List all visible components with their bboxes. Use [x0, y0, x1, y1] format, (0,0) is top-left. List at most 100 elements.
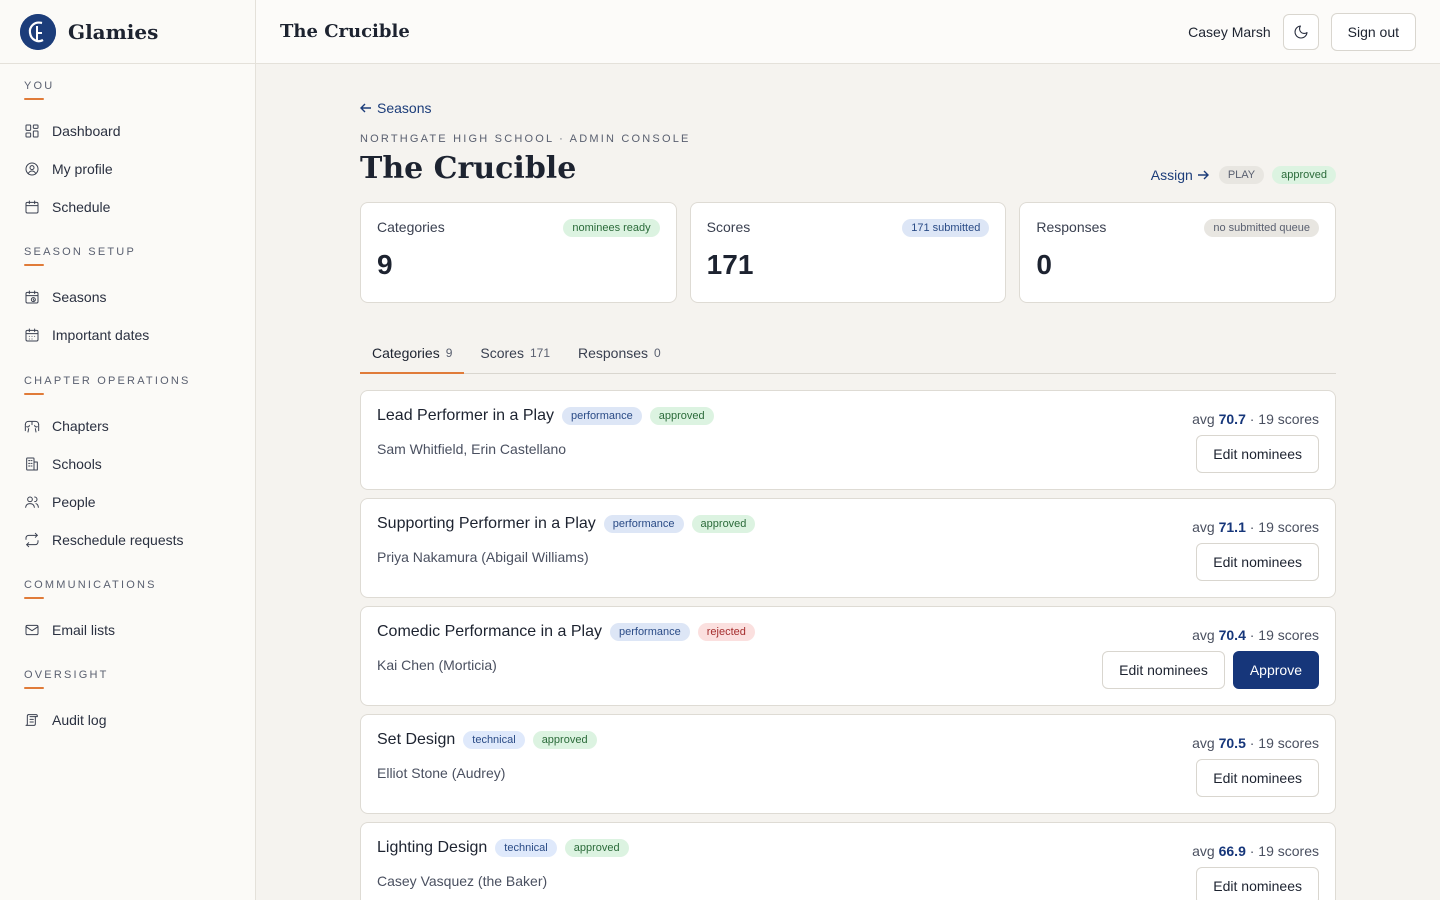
- sidebar-item-label: Reschedule requests: [52, 532, 184, 548]
- edit-nominees-button[interactable]: Edit nominees: [1196, 759, 1319, 797]
- sidebar-item-seasons[interactable]: Seasons: [24, 278, 232, 316]
- nav-section: Oversight Audit log: [0, 669, 256, 739]
- edit-nominees-button[interactable]: Edit nominees: [1102, 651, 1225, 689]
- tab-scores[interactable]: Scores 171: [468, 333, 562, 373]
- sidebar-item-label: People: [52, 494, 96, 510]
- section-divider: [24, 597, 44, 599]
- category-type-badge: performance: [609, 623, 690, 641]
- glamies-logo-icon: [20, 13, 56, 50]
- stat-value: 171: [706, 249, 754, 280]
- nav-section: Season setup Seasons Important dates: [0, 246, 256, 354]
- stat-card-scores: Scores 171 submitted 171: [689, 202, 1007, 303]
- mail-icon: [25, 624, 39, 636]
- score-count: · 19 scores: [1249, 519, 1319, 535]
- nav-section-title: You: [24, 80, 55, 92]
- score-summary: avg 70.5 · 19 scores: [1192, 735, 1319, 751]
- sign-out-button[interactable]: Sign out: [1330, 12, 1416, 51]
- sidebar-item-label: Dashboard: [52, 123, 121, 139]
- score-count: · 19 scores: [1249, 627, 1319, 643]
- avg-prefix: avg: [1192, 735, 1215, 751]
- category-type-badge: technical: [495, 839, 557, 857]
- sidebar-item-chapters[interactable]: Chapters: [24, 407, 232, 445]
- calendar-grid-icon: [25, 328, 39, 342]
- category-title: Supporting Performer in a Play: [377, 515, 596, 532]
- category-type-badge: performance: [603, 515, 684, 533]
- category-status-badge: approved: [564, 839, 629, 857]
- avg-score: 66.9: [1218, 843, 1246, 859]
- back-link-label: Seasons: [377, 100, 432, 116]
- back-to-seasons-link[interactable]: Seasons: [360, 100, 431, 116]
- scroll-icon: [25, 714, 38, 726]
- stat-badge: 171 submitted: [902, 219, 990, 237]
- category-status-badge: approved: [649, 407, 714, 425]
- building-icon: [26, 457, 38, 471]
- score-summary: avg 71.1 · 19 scores: [1192, 519, 1319, 535]
- sidebar-item-schedule[interactable]: Schedule: [24, 188, 232, 226]
- sidebar-item-label: Schedule: [52, 199, 111, 215]
- sidebar-item-email-lists[interactable]: Email lists: [24, 611, 232, 649]
- sidebar-item-label: My profile: [52, 161, 113, 177]
- stat-value: 0: [1036, 249, 1052, 280]
- header-title: The Crucible: [280, 21, 410, 42]
- nominees-text: Casey Vasquez (the Baker): [377, 873, 548, 889]
- edit-nominees-button[interactable]: Edit nominees: [1196, 867, 1319, 900]
- score-summary: avg 66.9 · 19 scores: [1192, 843, 1319, 859]
- category-status-badge: approved: [691, 515, 756, 533]
- assign-link-label: Assign: [1150, 167, 1193, 183]
- stat-card-responses: Responses no submitted queue 0: [1019, 202, 1337, 303]
- sidebar-item-schools[interactable]: Schools: [24, 445, 232, 483]
- sidebar-item-label: Schools: [52, 456, 102, 472]
- section-divider: [24, 264, 44, 266]
- calendar-icon: [25, 200, 39, 214]
- nav-section: Communications Email lists: [0, 579, 256, 649]
- category-title: Lighting Design: [377, 839, 488, 856]
- sidebar: Glamies You Dashboard My profile Schedule Se…: [0, 0, 256, 900]
- approve-button[interactable]: Approve: [1232, 651, 1319, 689]
- score-summary: avg 70.4 · 19 scores: [1192, 627, 1319, 643]
- category-card: Lead Performer in a Play performance app…: [360, 390, 1336, 490]
- category-type-badge: technical: [463, 731, 525, 749]
- category-list: Lead Performer in a Play performance app…: [360, 390, 1336, 900]
- tab-categories[interactable]: Categories 9: [360, 333, 465, 374]
- sidebar-item-people[interactable]: People: [24, 483, 232, 521]
- tab-count: 9: [445, 346, 453, 360]
- edit-nominees-button[interactable]: Edit nominees: [1196, 435, 1319, 473]
- nav-section-title: Communications: [24, 579, 157, 591]
- score-count: · 19 scores: [1249, 843, 1319, 859]
- nominees-text: Sam Whitfield, Erin Castellano: [377, 441, 567, 457]
- nominees-text: Priya Nakamura (Abigail Williams): [377, 549, 589, 565]
- avg-score: 71.1: [1218, 519, 1246, 535]
- tab-count: 0: [654, 346, 661, 360]
- sidebar-item-audit-log[interactable]: Audit log: [24, 701, 232, 739]
- category-title: Comedic Performance in a Play: [377, 623, 602, 640]
- stat-card-categories: Categories nominees ready 9: [360, 202, 677, 303]
- edit-nominees-button[interactable]: Edit nominees: [1196, 543, 1319, 581]
- sidebar-item-label: Chapters: [52, 418, 109, 434]
- nav-section: Chapter operations Chapters Schools People R…: [0, 375, 256, 559]
- moon-icon: [1294, 24, 1308, 38]
- assign-link[interactable]: Assign: [1151, 167, 1209, 183]
- brand[interactable]: Glamies: [0, 0, 255, 64]
- avg-score: 70.4: [1218, 627, 1246, 643]
- sidebar-item-label: Seasons: [52, 289, 107, 305]
- show-status-badge: approved: [1272, 166, 1336, 184]
- section-divider: [24, 687, 44, 689]
- tab-responses[interactable]: Responses 0: [566, 333, 673, 373]
- tab-count: 171: [529, 346, 550, 360]
- brand-name: Glamies: [68, 19, 159, 44]
- tab-label: Scores: [480, 345, 524, 361]
- sidebar-item-dashboard[interactable]: Dashboard: [24, 112, 232, 150]
- sidebar-item-reschedule-requests[interactable]: Reschedule requests: [24, 521, 232, 559]
- arrow-right-icon: [1197, 170, 1209, 180]
- category-status-badge: rejected: [697, 623, 755, 641]
- arrow-left-icon: [360, 103, 371, 113]
- theme-toggle-button[interactable]: [1282, 13, 1319, 50]
- theater-icon: [24, 420, 40, 433]
- category-card: Supporting Performer in a Play performan…: [360, 498, 1336, 598]
- nav-section-title: Oversight: [24, 669, 109, 681]
- calendar-clock-icon: [25, 290, 39, 304]
- sidebar-item-important-dates[interactable]: Important dates: [24, 316, 232, 354]
- category-card: Set Design technical approved Elliot Sto…: [360, 714, 1336, 814]
- sidebar-item-my-profile[interactable]: My profile: [24, 150, 232, 188]
- tab-label: Responses: [578, 345, 649, 361]
